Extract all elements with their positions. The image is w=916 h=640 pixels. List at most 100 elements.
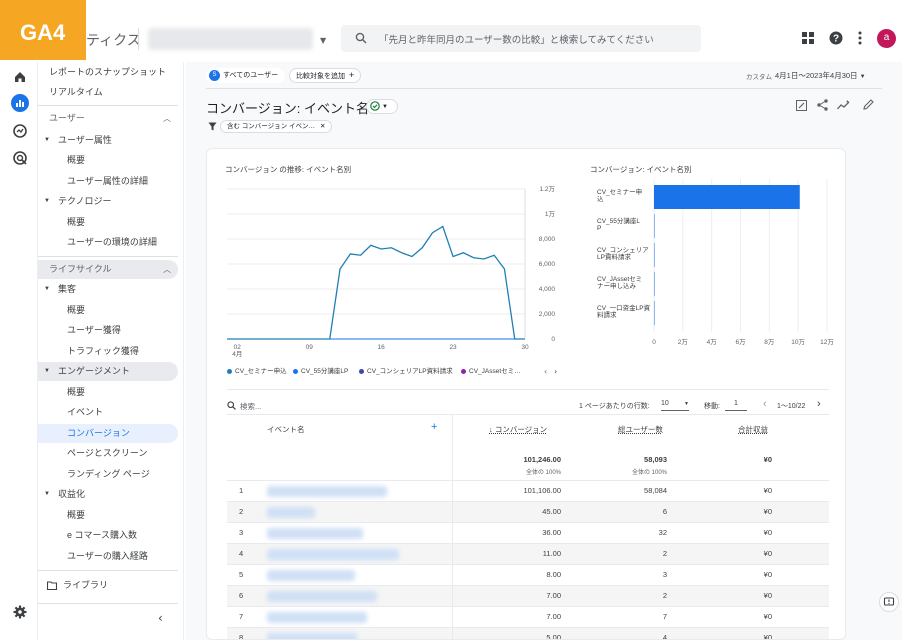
nav-acquisition-overview[interactable]: 概要 <box>38 301 178 320</box>
legend-item[interactable]: CV_セミナー申込 <box>227 365 287 375</box>
close-icon[interactable]: ✕ <box>320 123 325 130</box>
nav-monetization-overview[interactable]: 概要 <box>38 506 178 525</box>
column-divider <box>452 565 453 586</box>
column-divider <box>452 481 453 502</box>
avatar[interactable]: a <box>877 29 896 48</box>
caret-down-icon: ▼ <box>44 286 50 292</box>
rows-per-page-value: 10 <box>661 400 669 407</box>
more-vert-icon[interactable] <box>857 31 863 45</box>
nav-engagement-overview[interactable]: 概要 <box>38 383 178 402</box>
nav-ecommerce-purchases[interactable]: e コマース購入数 <box>38 526 178 545</box>
search-box[interactable]: 「先月と昨年同月のユーザー数の比較」と検索してみてください <box>341 25 701 52</box>
table-row[interactable]: 7 7.00 7 ¥0 <box>227 606 829 628</box>
legend-item[interactable]: CV_JAssetセミ… <box>461 365 521 375</box>
nav-label: トラフィック獲得 <box>67 346 139 356</box>
nav-pages-screens[interactable]: ページとスクリーン <box>38 444 178 463</box>
row-index: 5 <box>239 570 244 579</box>
share-icon[interactable] <box>817 99 828 111</box>
explore-icon[interactable] <box>11 122 29 140</box>
rows-per-page-select[interactable]: 10 ▼ <box>661 398 689 411</box>
report-navigation-sidebar: レポートのスナップショット リアルタイム ユーザー ︿ ▼ ユーザー属性 概要 ユー… <box>38 62 184 640</box>
column-divider <box>452 586 453 607</box>
nav-group-tech[interactable]: ▼ テクノロジー <box>38 192 178 211</box>
y-tick-label: 2,000 <box>539 311 556 318</box>
redacted-event-name <box>267 612 367 623</box>
nav-reports-snapshot[interactable]: レポートのスナップショット <box>38 63 178 82</box>
chevron-up-icon: ︿ <box>163 265 171 274</box>
edit-pencil-icon[interactable] <box>863 99 874 110</box>
filter-condition-label: 含む コンバージョン イベン… <box>227 123 315 130</box>
redacted-event-name <box>267 591 377 602</box>
col-conversions[interactable]: ↓ コンバージョン <box>489 424 547 435</box>
home-icon[interactable] <box>11 68 29 86</box>
apps-grid-icon[interactable] <box>802 32 814 44</box>
col-total-users[interactable]: 総ユーザー数 <box>618 424 663 435</box>
legend-prev-chevron-icon[interactable]: ‹ <box>544 367 547 376</box>
nav-demographics-details[interactable]: ユーザー属性の詳細 <box>38 172 178 191</box>
legend-label: CV_コンシェリアLP資料請求 <box>367 368 453 375</box>
goto-page-input[interactable]: 1 <box>725 398 747 411</box>
legend-item[interactable]: CV_コンシェリアLP資料請求 <box>359 365 453 375</box>
nav-group-demographics[interactable]: ▼ ユーザー属性 <box>38 131 178 150</box>
nav-section-lifecycle[interactable]: ライフサイクル ︿ <box>38 260 178 279</box>
table-row[interactable]: 1 101,106.00 58,084 ¥0 <box>227 480 829 502</box>
table-search-input[interactable]: 検索... <box>240 401 261 412</box>
nav-label: イベント <box>67 407 104 417</box>
report-status-chip[interactable]: ▼ <box>366 99 398 114</box>
nav-purchase-journey[interactable]: ユーザーの購入経路 <box>38 547 178 566</box>
column-divider <box>452 523 453 544</box>
nav-library[interactable]: ライブラリ <box>38 576 178 595</box>
nav-traffic-acquisition[interactable]: トラフィック獲得 <box>38 342 178 361</box>
table-row[interactable]: 6 7.00 2 ¥0 <box>227 585 829 607</box>
settings-gear-icon[interactable] <box>11 603 29 621</box>
nav-label: 概要 <box>67 510 86 520</box>
nav-section-user[interactable]: ユーザー ︿ <box>38 109 178 128</box>
insights-icon[interactable] <box>837 100 850 111</box>
prev-page-chevron-icon[interactable]: ‹ <box>763 398 767 410</box>
nav-events[interactable]: イベント <box>38 403 178 422</box>
next-page-chevron-icon[interactable]: › <box>817 398 821 410</box>
nav-tech-overview[interactable]: 概要 <box>38 213 178 232</box>
filter-condition-chip[interactable]: 含む コンバージョン イベン… ✕ <box>220 120 333 133</box>
series-line <box>227 225 525 340</box>
help-icon[interactable]: ? <box>829 31 843 45</box>
chevron-down-icon[interactable]: ▼ <box>320 36 326 45</box>
feedback-icon[interactable] <box>879 592 899 612</box>
collapse-sidebar-chevron-icon[interactable]: ‹ <box>158 611 163 625</box>
category-label: CV_JAssetセミ <box>597 275 642 283</box>
table-row[interactable]: 4 11.00 2 ¥0 <box>227 543 829 565</box>
all-users-chip[interactable]: S すべてのユーザー <box>206 68 286 83</box>
nav-group-engagement[interactable]: ▼ エンゲージメント <box>38 362 178 381</box>
reports-icon[interactable] <box>11 94 29 112</box>
property-selector[interactable] <box>148 28 313 50</box>
nav-realtime[interactable]: リアルタイム <box>38 83 178 102</box>
add-comparison-button[interactable]: 比較対象を追加 + <box>289 68 362 83</box>
legend-item[interactable]: CV_55分講座LP <box>293 365 348 375</box>
table-row[interactable]: 3 36.00 32 ¥0 <box>227 522 829 544</box>
page-scrollbar[interactable] <box>902 62 916 640</box>
table-row[interactable]: 8 5.00 4 ¥0 <box>227 627 829 639</box>
category-label: CV_一口资金LP資 <box>597 303 651 312</box>
add-dimension-plus-icon[interactable]: + <box>431 421 437 433</box>
table-row[interactable]: 5 8.00 3 ¥0 <box>227 564 829 586</box>
nav-group-monetization[interactable]: ▼ 収益化 <box>38 485 178 504</box>
table-row[interactable]: 2 45.00 6 ¥0 <box>227 501 829 523</box>
col-total-revenue[interactable]: 合計収益 <box>738 424 768 435</box>
nav-user-acquisition[interactable]: ユーザー獲得 <box>38 321 178 340</box>
nav-landing-page[interactable]: ランディング ページ <box>38 465 178 484</box>
nav-tech-details[interactable]: ユーザーの環境の詳細 <box>38 233 178 252</box>
title-divider <box>138 28 139 50</box>
nav-conversions[interactable]: コンバージョン <box>38 424 178 443</box>
advertising-icon[interactable] <box>11 149 29 167</box>
nav-group-acquisition[interactable]: ▼ 集客 <box>38 280 178 299</box>
legend-next-chevron-icon[interactable]: › <box>554 367 557 376</box>
filter-divider <box>206 88 882 89</box>
customize-report-icon[interactable] <box>796 100 807 111</box>
nav-demographics-overview[interactable]: 概要 <box>38 151 178 170</box>
legend-dot <box>227 368 232 374</box>
redacted-event-name <box>267 486 387 497</box>
col-event-name[interactable]: イベント名 <box>267 424 305 435</box>
page-title: コンバージョン: イベント名 <box>206 101 369 116</box>
date-range-selector[interactable]: 4月1日～2023年4月30日 ▼ <box>775 70 866 81</box>
caret-down-icon: ▼ <box>381 104 388 110</box>
